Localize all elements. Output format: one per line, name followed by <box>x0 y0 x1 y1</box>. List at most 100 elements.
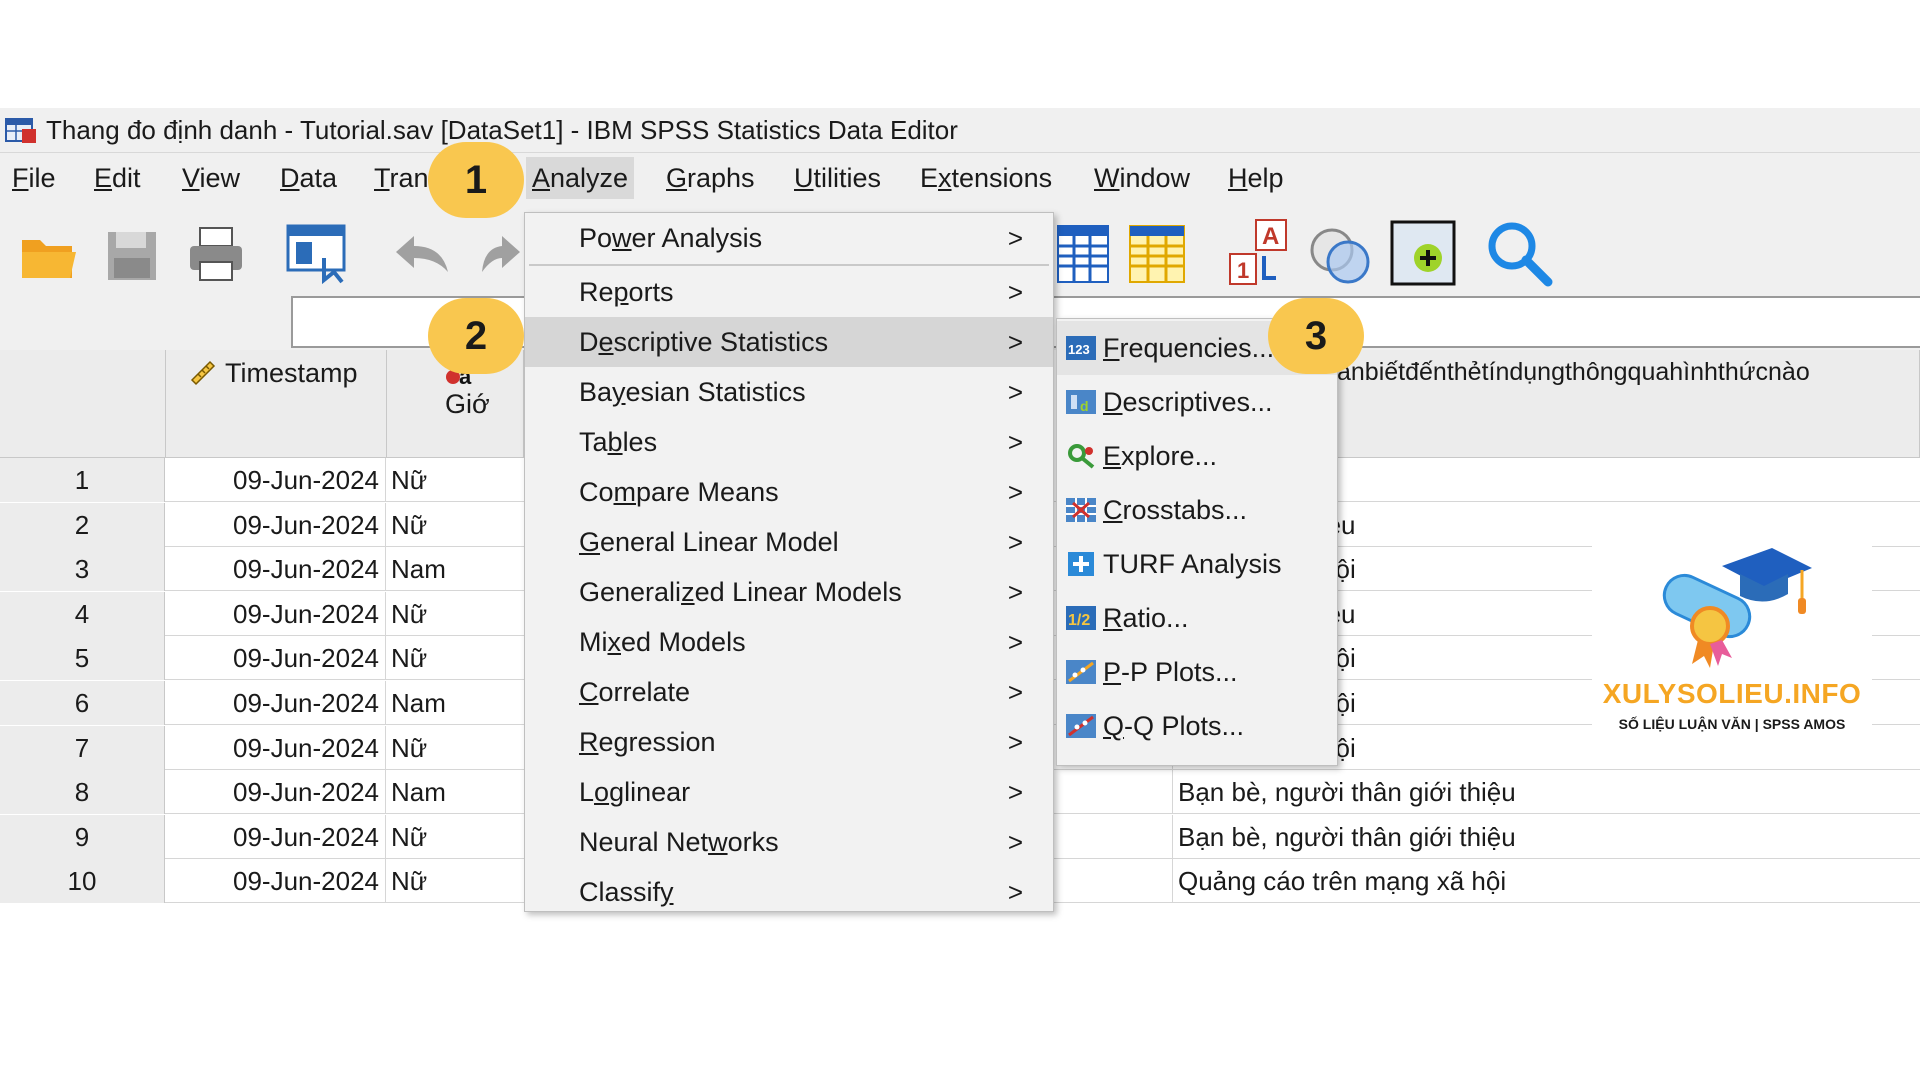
menu-item-power-analysis[interactable]: Power Analysis > <box>525 213 1053 263</box>
row-number[interactable]: 7 <box>0 726 165 770</box>
menu-item-mixed-models[interactable]: Mixed Models > <box>525 617 1053 667</box>
menu-item-compare-means[interactable]: Compare Means > <box>525 467 1053 517</box>
ratio-icon: 1/2 <box>1066 606 1096 630</box>
menu-edit[interactable]: Edit <box>88 157 147 199</box>
menu-item-neural-networks[interactable]: Neural Networks > <box>525 817 1053 867</box>
recall-dialog-icon[interactable] <box>284 222 350 286</box>
chevron-right-icon: > <box>1007 223 1023 253</box>
submenu-item-crosstabs[interactable]: Crosstabs... <box>1057 483 1337 537</box>
spss-app-icon <box>5 118 36 143</box>
cell-timestamp[interactable]: 09-Jun-2024 <box>166 726 386 770</box>
cell-timestamp[interactable]: 09-Jun-2024 <box>166 592 386 636</box>
menu-file[interactable]: File <box>6 157 62 199</box>
menu-data[interactable]: Data <box>274 157 343 199</box>
grid-corner <box>0 350 166 458</box>
chevron-right-icon: > <box>1007 727 1023 757</box>
menu-separator <box>529 264 1049 266</box>
menu-view[interactable]: View <box>176 157 246 199</box>
cell-gender[interactable]: Nam <box>387 770 527 814</box>
screenshot-stage: Thang đo định danh - Tutorial.sav [DataS… <box>0 0 1920 1080</box>
cell-gender[interactable]: Nam <box>387 681 527 725</box>
cell-timestamp[interactable]: 09-Jun-2024 <box>166 503 386 547</box>
print-icon[interactable] <box>186 224 246 284</box>
menu-utilities[interactable]: Utilities <box>788 157 887 199</box>
submenu-item-qq-plots[interactable]: Q-Q Plots... <box>1057 699 1337 753</box>
cell-gender[interactable]: Nữ <box>387 503 527 547</box>
row-number[interactable]: 9 <box>0 815 165 859</box>
row-number[interactable]: 4 <box>0 592 165 636</box>
menu-extensions[interactable]: Extensions <box>914 157 1058 199</box>
cell-timestamp[interactable]: 09-Jun-2024 <box>166 681 386 725</box>
save-icon[interactable] <box>104 228 160 284</box>
menu-transform[interactable]: Tran <box>368 157 435 199</box>
undo-icon[interactable] <box>390 230 454 278</box>
cell-source[interactable]: Quảng cáo trên mạng xã hội <box>1174 859 1920 903</box>
menu-item-regression[interactable]: Regression > <box>525 717 1053 767</box>
menu-item-bayesian-statistics[interactable]: Bayesian Statistics > <box>525 367 1053 417</box>
cell-gender[interactable]: Nữ <box>387 859 527 903</box>
menu-item-tables[interactable]: Tables > <box>525 417 1053 467</box>
menu-item-generalized-linear-models[interactable]: Generalized Linear Models > <box>525 567 1053 617</box>
pp-plots-icon <box>1066 660 1096 684</box>
cell-gender[interactable]: Nữ <box>387 636 527 680</box>
find-icon[interactable] <box>1484 218 1554 288</box>
step-badge-2: 2 <box>428 298 524 374</box>
cell-timestamp[interactable]: 09-Jun-2024 <box>166 859 386 903</box>
cell-gender[interactable]: Nam <box>387 547 527 591</box>
cell-empty[interactable] <box>1057 815 1173 859</box>
menu-bar: File Edit View Data Tran Analyze Graphs … <box>0 152 1920 202</box>
menu-item-reports[interactable]: Reports > <box>525 267 1053 317</box>
watermark: XULYSOLIEU.INFO SỐ LIỆU LUẬN VĂN | SPSS … <box>1592 506 1872 768</box>
row-number[interactable]: 3 <box>0 547 165 591</box>
cell-timestamp[interactable]: 09-Jun-2024 <box>166 547 386 591</box>
menu-analyze[interactable]: Analyze <box>526 157 635 199</box>
submenu-item-explore[interactable]: Explore... <box>1057 429 1337 483</box>
cell-timestamp[interactable]: 09-Jun-2024 <box>166 458 386 502</box>
chevron-right-icon: > <box>1007 777 1023 807</box>
insert-variable-icon[interactable] <box>1128 224 1186 284</box>
scale-variable-icon <box>190 360 216 386</box>
submenu-item-ratio[interactable]: 1/2 Ratio... <box>1057 591 1337 645</box>
cell-gender[interactable]: Nữ <box>387 726 527 770</box>
cell-timestamp[interactable]: 09-Jun-2024 <box>166 815 386 859</box>
cell-empty[interactable] <box>1057 770 1173 814</box>
add-on-icon[interactable] <box>1390 220 1456 286</box>
cell-source[interactable]: Bạn bè, người thân giới thiệu <box>1174 815 1920 859</box>
submenu-item-turf-analysis[interactable]: TURF Analysis <box>1057 537 1337 591</box>
row-number[interactable]: 10 <box>0 859 165 903</box>
analyze-menu: Power Analysis > Reports > Descriptive Sta… <box>524 212 1054 912</box>
redo-icon[interactable] <box>480 230 524 278</box>
menu-graphs[interactable]: Graphs <box>660 157 761 199</box>
menu-item-classify[interactable]: Classify > <box>525 867 1053 917</box>
cell-timestamp[interactable]: 09-Jun-2024 <box>166 770 386 814</box>
submenu-item-descriptives[interactable]: d Descriptives... <box>1057 375 1337 429</box>
use-sets-icon[interactable] <box>1308 226 1372 286</box>
cell-timestamp[interactable]: 09-Jun-2024 <box>166 636 386 680</box>
open-folder-icon[interactable] <box>18 228 80 284</box>
step-badge-3: 3 <box>1268 298 1364 374</box>
cell-gender[interactable]: Nữ <box>387 458 527 502</box>
menu-window[interactable]: Window <box>1088 157 1196 199</box>
header-timestamp[interactable]: Timestamp <box>166 350 387 458</box>
menu-item-general-linear-model[interactable]: General Linear Model > <box>525 517 1053 567</box>
svg-text:d: d <box>1080 398 1089 414</box>
chevron-right-icon: > <box>1007 677 1023 707</box>
qq-plots-icon <box>1066 714 1096 738</box>
cell-gender[interactable]: Nữ <box>387 815 527 859</box>
insert-cases-icon[interactable] <box>1056 224 1110 284</box>
row-number[interactable]: 5 <box>0 636 165 680</box>
cell-empty[interactable] <box>1057 859 1173 903</box>
menu-help[interactable]: Help <box>1222 157 1290 199</box>
row-number[interactable]: 1 <box>0 458 165 502</box>
menu-item-loglinear[interactable]: Loglinear > <box>525 767 1053 817</box>
chevron-right-icon: > <box>1007 627 1023 657</box>
menu-item-descriptive-statistics[interactable]: Descriptive Statistics > <box>525 317 1053 367</box>
value-labels-icon[interactable]: A 1 <box>1228 218 1290 288</box>
submenu-item-pp-plots[interactable]: P-P Plots... <box>1057 645 1337 699</box>
cell-source[interactable]: Bạn bè, người thân giới thiệu <box>1174 770 1920 814</box>
cell-gender[interactable]: Nữ <box>387 592 527 636</box>
row-number[interactable]: 8 <box>0 770 165 814</box>
menu-item-correlate[interactable]: Correlate > <box>525 667 1053 717</box>
row-number[interactable]: 2 <box>0 503 165 547</box>
row-number[interactable]: 6 <box>0 681 165 725</box>
